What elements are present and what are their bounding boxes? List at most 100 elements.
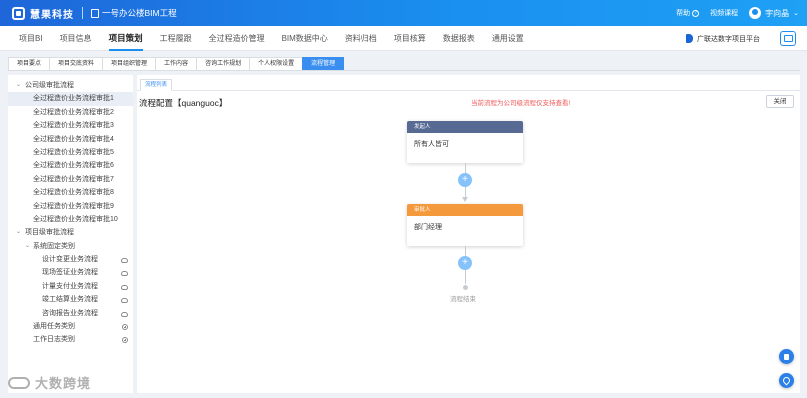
approver-node[interactable]: 审批人 部门经理 — [407, 204, 523, 246]
tree-item[interactable]: 全过程造价业务流程审批2 — [8, 106, 133, 119]
page-title: 流程配置【quanguoc】 — [139, 98, 228, 108]
add-circle-icon[interactable] — [122, 337, 128, 344]
nav-item-bim-data[interactable]: BIM数据中心 — [282, 26, 328, 51]
nav-item-reports[interactable]: 数据报表 — [443, 26, 475, 51]
tab-permissions[interactable]: 个人权限设置 — [249, 57, 304, 70]
location-icon[interactable] — [779, 373, 794, 388]
nav-item-cost-management[interactable]: 全过程造价管理 — [209, 26, 265, 51]
tree-item-label: 全过程造价业务流程审批8 — [33, 189, 114, 197]
cloud-icon[interactable] — [121, 311, 128, 317]
nav-item-project-bi[interactable]: 项目BI — [19, 26, 43, 51]
tree-item-label: 设计变更业务流程 — [42, 256, 98, 264]
close-button[interactable]: 关闭 — [766, 95, 794, 108]
tree-item-label: 全过程造价业务流程审批5 — [33, 148, 114, 156]
tree-item-label: 现场签证业务流程 — [42, 269, 98, 277]
tree-item[interactable]: 全过程造价业务流程审批8 — [8, 186, 133, 199]
platform-label: 广联达数字项目平台 — [697, 35, 760, 43]
flow-end-label: 流程结束 — [450, 296, 476, 303]
tree-item-label: 全过程造价业务流程审批6 — [33, 162, 114, 170]
readonly-notice: 当前流程为公司级流程仅支持查看! — [471, 100, 571, 107]
tree-subgroup-label: 系统固定类别 — [33, 242, 75, 250]
nav-item-project-planning[interactable]: 项目策划 — [108, 26, 143, 51]
video-course-link[interactable]: 视频课程 — [710, 8, 738, 18]
start-node-body: 所有人皆可 — [414, 141, 449, 148]
nav-item-settings[interactable]: 通用设置 — [492, 26, 524, 51]
process-tree: ⌄ 公司级审批流程 全过程造价业务流程审批1 全过程造价业务流程审批2 全过程造… — [8, 75, 133, 393]
tab-process-management[interactable]: 流程管理 — [302, 57, 345, 70]
approver-node-header: 审批人 — [407, 204, 523, 216]
tree-item[interactable]: 全过程造价业务流程审批4 — [8, 133, 133, 146]
nav-item-archive[interactable]: 资料归档 — [345, 26, 377, 51]
tab-work-content[interactable]: 工作内容 — [155, 57, 198, 70]
tree-item[interactable]: 全过程造价业务流程审批9 — [8, 200, 133, 213]
add-node-button[interactable]: + — [458, 256, 472, 270]
caret-down-icon: ⌄ — [16, 229, 22, 236]
tab-consulting-plan[interactable]: 咨询工作规划 — [196, 57, 251, 70]
main-nav: 项目BI 项目信息 项目策划 工程履跟 全过程造价管理 BIM数据中心 资料归档… — [0, 26, 807, 51]
screen-icon[interactable] — [780, 31, 796, 46]
watermark-text: 大数跨境 — [35, 376, 92, 391]
cloud-icon[interactable] — [121, 298, 128, 304]
tree-item[interactable]: 咨询报告业务流程 — [8, 307, 133, 320]
cloud-icon[interactable] — [121, 284, 128, 290]
video-course-label: 视频课程 — [710, 10, 739, 17]
tree-item-label: 竣工结算业务流程 — [42, 296, 98, 304]
user-name[interactable]: 宇向晶 — [765, 8, 789, 19]
platform-logo-icon — [686, 34, 693, 43]
tree-item-label: 全过程造价业务流程审批7 — [33, 175, 114, 183]
app-logo[interactable]: 慧果科技 — [12, 6, 74, 21]
tree-item[interactable]: 全过程造价业务流程审批10 — [8, 213, 133, 226]
tree-item[interactable]: 全过程造价业务流程审批5 — [8, 146, 133, 159]
tree-item-label: 计量支付业务流程 — [42, 282, 98, 290]
tree-item[interactable]: 现场签证业务流程 — [8, 266, 133, 279]
tree-item[interactable]: 全过程造价业务流程审批7 — [8, 173, 133, 186]
tree-item-general[interactable]: 通用任务类别 — [8, 320, 133, 333]
tree-item-label: 全过程造价业务流程审批9 — [33, 202, 114, 210]
tree-group-label: 公司级审批流程 — [25, 82, 74, 89]
tree-item[interactable]: 竣工结算业务流程 — [8, 293, 133, 306]
tab-handover-docs[interactable]: 项目交底资料 — [49, 57, 104, 70]
add-node-button[interactable]: + — [458, 173, 472, 187]
watermark-logo-icon — [8, 376, 30, 389]
tree-item-label: 全过程造价业务流程审批4 — [33, 135, 114, 143]
help-label: 帮助 — [676, 10, 691, 17]
tree-item[interactable]: 全过程造价业务流程审批6 — [8, 159, 133, 172]
tree-item[interactable]: 计量支付业务流程 — [8, 280, 133, 293]
tree-item-label: 全过程造价业务流程审批3 — [33, 122, 114, 130]
nav-item-project-info[interactable]: 项目信息 — [60, 26, 92, 51]
nav-item-engineering[interactable]: 工程履跟 — [160, 26, 192, 51]
tree-group-company[interactable]: ⌄ 公司级审批流程 — [8, 79, 133, 92]
help-link[interactable]: 帮助 ? — [676, 8, 700, 18]
tree-item-label: 全过程造价业务流程审批10 — [33, 215, 118, 223]
cloud-icon[interactable] — [121, 271, 128, 277]
start-node[interactable]: 发起人 所有人皆可 — [407, 121, 523, 163]
flow-panel: 流程列表 流程配置【quanguoc】 当前流程为公司级流程仅支持查看! 关闭 … — [137, 75, 800, 393]
approver-node-body: 部门经理 — [414, 224, 442, 231]
tree-group-label: 项目级审批流程 — [25, 229, 74, 237]
arrow-icon — [462, 197, 468, 202]
tab-organization[interactable]: 项目组织管理 — [102, 57, 157, 70]
tree-item[interactable]: 全过程造价业务流程审批3 — [8, 119, 133, 132]
end-dot — [463, 285, 468, 290]
cloud-icon[interactable] — [121, 258, 128, 264]
divider — [82, 7, 83, 19]
avatar[interactable] — [749, 7, 762, 19]
project-name[interactable]: 一号办公楼BIM工程 — [102, 7, 177, 19]
content-tabs: 流程列表 — [137, 79, 800, 91]
tree-item-label: 通用任务类别 — [33, 323, 75, 331]
nav-item-accounting[interactable]: 项目核算 — [394, 26, 426, 51]
logo-icon — [12, 6, 25, 20]
chevron-down-icon[interactable]: ⌄ — [793, 9, 799, 17]
tab-project-points[interactable]: 项目要点 — [8, 57, 51, 70]
tree-group-project[interactable]: ⌄ 项目级审批流程 — [8, 226, 133, 239]
platform-link[interactable]: 广联达数字项目平台 — [686, 26, 760, 51]
add-circle-icon[interactable] — [122, 324, 128, 331]
help-icon: ? — [692, 9, 700, 17]
tab-flow-list[interactable]: 流程列表 — [140, 79, 173, 91]
tree-item[interactable]: 全过程造价业务流程审批1 — [8, 92, 133, 106]
tree-subgroup-system[interactable]: ⌄ 系统固定类别 — [8, 240, 133, 253]
tree-item[interactable]: 设计变更业务流程 — [8, 253, 133, 266]
document-icon[interactable] — [779, 349, 794, 364]
tree-item-label: 工作日志类别 — [33, 336, 75, 344]
tree-item-worklog[interactable]: 工作日志类别 — [8, 333, 133, 346]
